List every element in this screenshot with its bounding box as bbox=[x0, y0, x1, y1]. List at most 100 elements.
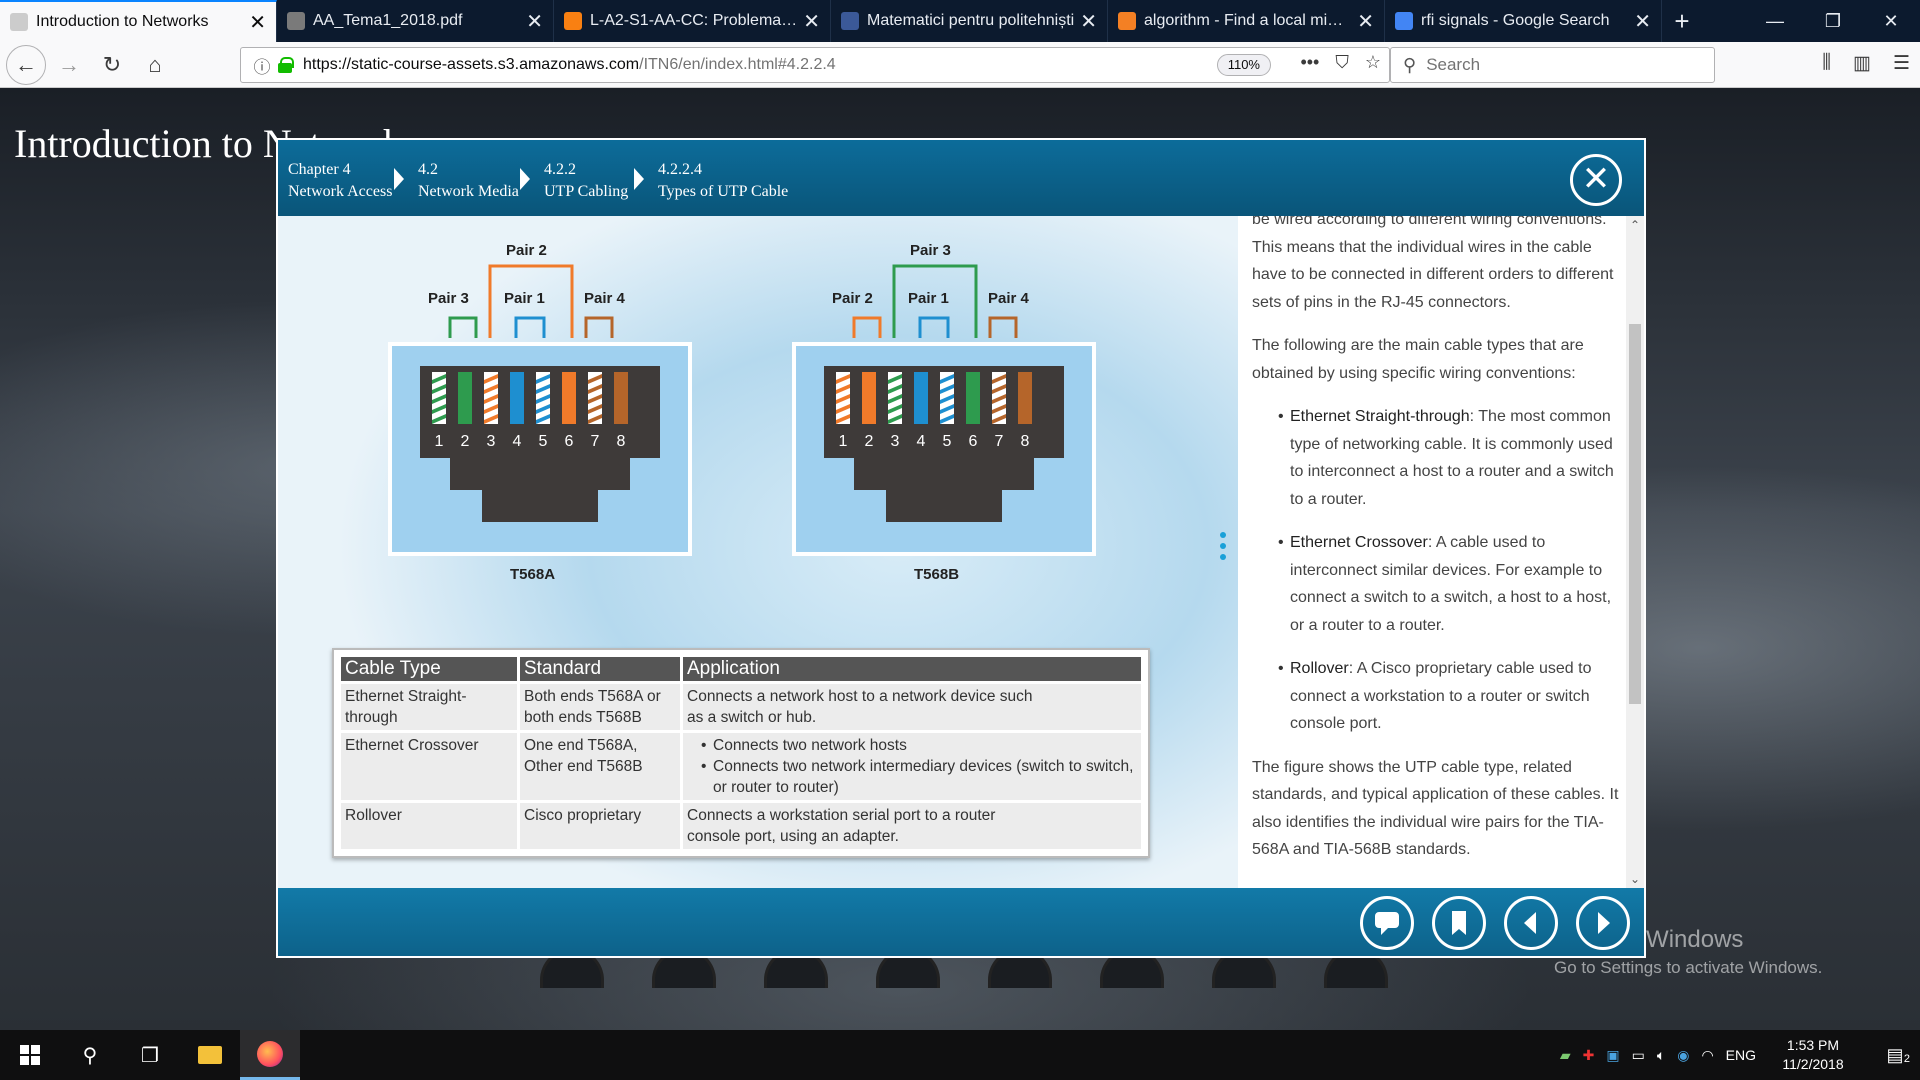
close-modal-button[interactable]: ✕ bbox=[1570, 154, 1622, 206]
file-explorer-icon[interactable] bbox=[180, 1030, 240, 1080]
menu-icon[interactable]: ☰ bbox=[1893, 52, 1910, 75]
clock[interactable]: 1:53 PM 11/2/2018 bbox=[1768, 1036, 1858, 1074]
reload-icon: ↻ bbox=[102, 51, 122, 77]
breadcrumb-item[interactable]: 4.2 Network Media bbox=[418, 159, 519, 203]
cell-application: Connects a network host to a network dev… bbox=[683, 684, 1141, 730]
library-icon[interactable]: ⫼ bbox=[1822, 52, 1831, 75]
browser-tab[interactable]: Introduction to Networks ✕ bbox=[0, 0, 277, 42]
wire-pin-2 bbox=[458, 372, 472, 424]
facebook-icon bbox=[841, 12, 859, 30]
reload-button[interactable]: ↻ bbox=[92, 45, 132, 85]
list-item-term: Rollover bbox=[1290, 660, 1349, 677]
breadcrumb-title: Types of UTP Cable bbox=[658, 183, 789, 200]
task-view-icon[interactable]: ❐ bbox=[120, 1030, 180, 1080]
wire-pin-6 bbox=[562, 372, 576, 424]
new-tab-button[interactable]: + bbox=[1662, 0, 1702, 42]
battery-icon[interactable]: ▭ bbox=[1632, 1047, 1645, 1064]
windows-taskbar: ⚲ ❐ ▰ ✚ ▣ ▭ 🔈︎ ◉ ◠ ENG 1:53 PM 11/2/2018… bbox=[0, 1030, 1920, 1080]
application-line: console port, using an adapter. bbox=[687, 828, 899, 845]
scroll-thumb[interactable] bbox=[1629, 324, 1641, 704]
back-button[interactable]: ← bbox=[6, 44, 46, 85]
url-bar[interactable]: ⓘ https://static-course-assets.s3.amazon… bbox=[240, 47, 1390, 83]
browser-tab[interactable]: rfi signals - Google Search ✕ bbox=[1385, 0, 1662, 42]
pin-number: 1 bbox=[839, 433, 848, 450]
bookmark-star-icon[interactable]: ☆ bbox=[1365, 52, 1381, 73]
search-field[interactable]: ⚲ Search bbox=[1390, 47, 1715, 83]
figure-pane: 1 2 3 4 5 6 7 8 Pair 3 Pair 2 Pair 1 Pair 4 T568A 1 2 3… bbox=[278, 216, 1218, 888]
pair-label-right: Pair 4 bbox=[584, 290, 625, 307]
tab-title: L-A2-S1-AA-CC: Problema 2 - bbox=[590, 12, 798, 29]
volume-icon[interactable]: 🔈︎ bbox=[1657, 1047, 1665, 1064]
browser-tab[interactable]: L-A2-S1-AA-CC: Problema 2 - ✕ bbox=[554, 0, 831, 42]
security-icon[interactable]: ✚ bbox=[1583, 1047, 1595, 1064]
pair-label-right: Pair 4 bbox=[988, 290, 1029, 307]
watermark-subtitle: Go to Settings to activate Windows. bbox=[1554, 958, 1823, 977]
start-button[interactable] bbox=[0, 1030, 60, 1080]
cell-standard: Both ends T568A or both ends T568B bbox=[520, 684, 680, 730]
breadcrumb-item[interactable]: Chapter 4 Network Access bbox=[288, 159, 392, 203]
modal-header: Chapter 4 Network Access 4.2 Network Media 4… bbox=[278, 140, 1644, 216]
pin-number: 5 bbox=[539, 433, 548, 450]
notification-count: 2 bbox=[1903, 1052, 1910, 1065]
standard-line: Other end T568B bbox=[524, 758, 643, 775]
browser-tab[interactable]: AA_Tema1_2018.pdf ✕ bbox=[277, 0, 554, 42]
sidebar-icon[interactable]: ▥ bbox=[1853, 52, 1871, 75]
close-tab-icon[interactable]: ✕ bbox=[526, 9, 543, 34]
breadcrumb-number: 4.2 bbox=[418, 161, 438, 178]
browser-tab[interactable]: algorithm - Find a local minim ✕ bbox=[1108, 0, 1385, 42]
pocket-icon[interactable]: ⛉ bbox=[1335, 52, 1349, 73]
pair-label-center: Pair 1 bbox=[908, 290, 949, 307]
previous-icon bbox=[1524, 912, 1536, 934]
wifi-icon[interactable]: ◠ bbox=[1701, 1047, 1713, 1064]
close-tab-icon[interactable]: ✕ bbox=[1080, 9, 1097, 34]
close-tab-icon[interactable]: ✕ bbox=[249, 10, 266, 35]
bookmark-button[interactable] bbox=[1432, 896, 1486, 950]
restore-icon[interactable]: ❐ bbox=[1804, 0, 1862, 42]
comment-button[interactable] bbox=[1360, 896, 1414, 950]
column-header-application: Application bbox=[683, 657, 1141, 681]
scroll-down-icon[interactable]: ⌄ bbox=[1626, 870, 1644, 888]
firefox-taskbar-icon[interactable] bbox=[240, 1030, 300, 1080]
browser-tab[interactable]: Matematici pentru politehniști ✕ bbox=[831, 0, 1108, 42]
url-actions: ••• ⛉ ☆ bbox=[1300, 52, 1381, 73]
pane-resize-handle[interactable] bbox=[1220, 532, 1228, 565]
pair-label-center: Pair 1 bbox=[504, 290, 545, 307]
tray-app-icon[interactable]: ◉ bbox=[1677, 1047, 1689, 1064]
tab-title: Matematici pentru politehniști bbox=[867, 12, 1075, 29]
taskbar-search-icon[interactable]: ⚲ bbox=[60, 1030, 120, 1080]
lock-icon[interactable] bbox=[275, 57, 295, 73]
page-icon bbox=[10, 13, 28, 31]
tray-app-icon[interactable]: ▣ bbox=[1606, 1047, 1619, 1064]
text-scrollbar[interactable]: ⌃ ⌄ bbox=[1626, 216, 1644, 888]
application-line: Connects a workstation serial port to a … bbox=[687, 807, 996, 824]
cell-cable-type: Ethernet Crossover bbox=[341, 733, 517, 800]
minimize-icon[interactable]: — bbox=[1746, 0, 1804, 42]
pair-bracket-left bbox=[448, 316, 478, 338]
notifications-icon[interactable]: ▤ 2 bbox=[1870, 1045, 1920, 1066]
close-tab-icon[interactable]: ✕ bbox=[1634, 9, 1651, 34]
next-page-button[interactable] bbox=[1576, 896, 1630, 950]
info-icon[interactable]: ⓘ bbox=[249, 53, 275, 78]
cell-application: Connects two network hosts Connects two … bbox=[683, 733, 1141, 800]
breadcrumb-item[interactable]: 4.2.2 UTP Cabling bbox=[544, 159, 628, 203]
stackoverflow-icon bbox=[1118, 12, 1136, 30]
previous-page-button[interactable] bbox=[1504, 896, 1558, 950]
wire-pin-4 bbox=[510, 372, 524, 424]
close-tab-icon[interactable]: ✕ bbox=[1357, 9, 1374, 34]
scroll-up-icon[interactable]: ⌃ bbox=[1626, 216, 1644, 234]
page-actions-icon[interactable]: ••• bbox=[1300, 52, 1319, 73]
zoom-indicator[interactable]: 110% bbox=[1216, 54, 1271, 76]
pin-number: 2 bbox=[461, 433, 470, 450]
breadcrumb-title: UTP Cabling bbox=[544, 183, 629, 200]
close-window-icon[interactable]: ✕ bbox=[1862, 0, 1920, 42]
pair-bracket-center bbox=[918, 316, 950, 338]
search-icon: ⚲ bbox=[1403, 54, 1417, 75]
breadcrumb-item[interactable]: 4.2.2.4 Types of UTP Cable bbox=[658, 159, 788, 203]
pin-number: 2 bbox=[865, 433, 874, 450]
close-tab-icon[interactable]: ✕ bbox=[803, 9, 820, 34]
bookmark-icon bbox=[1452, 911, 1466, 935]
forward-button[interactable]: → bbox=[49, 45, 89, 85]
home-button[interactable]: ⌂ bbox=[135, 45, 175, 85]
tray-app-icon[interactable]: ▰ bbox=[1560, 1047, 1571, 1064]
language-indicator[interactable]: ENG bbox=[1726, 1047, 1756, 1063]
